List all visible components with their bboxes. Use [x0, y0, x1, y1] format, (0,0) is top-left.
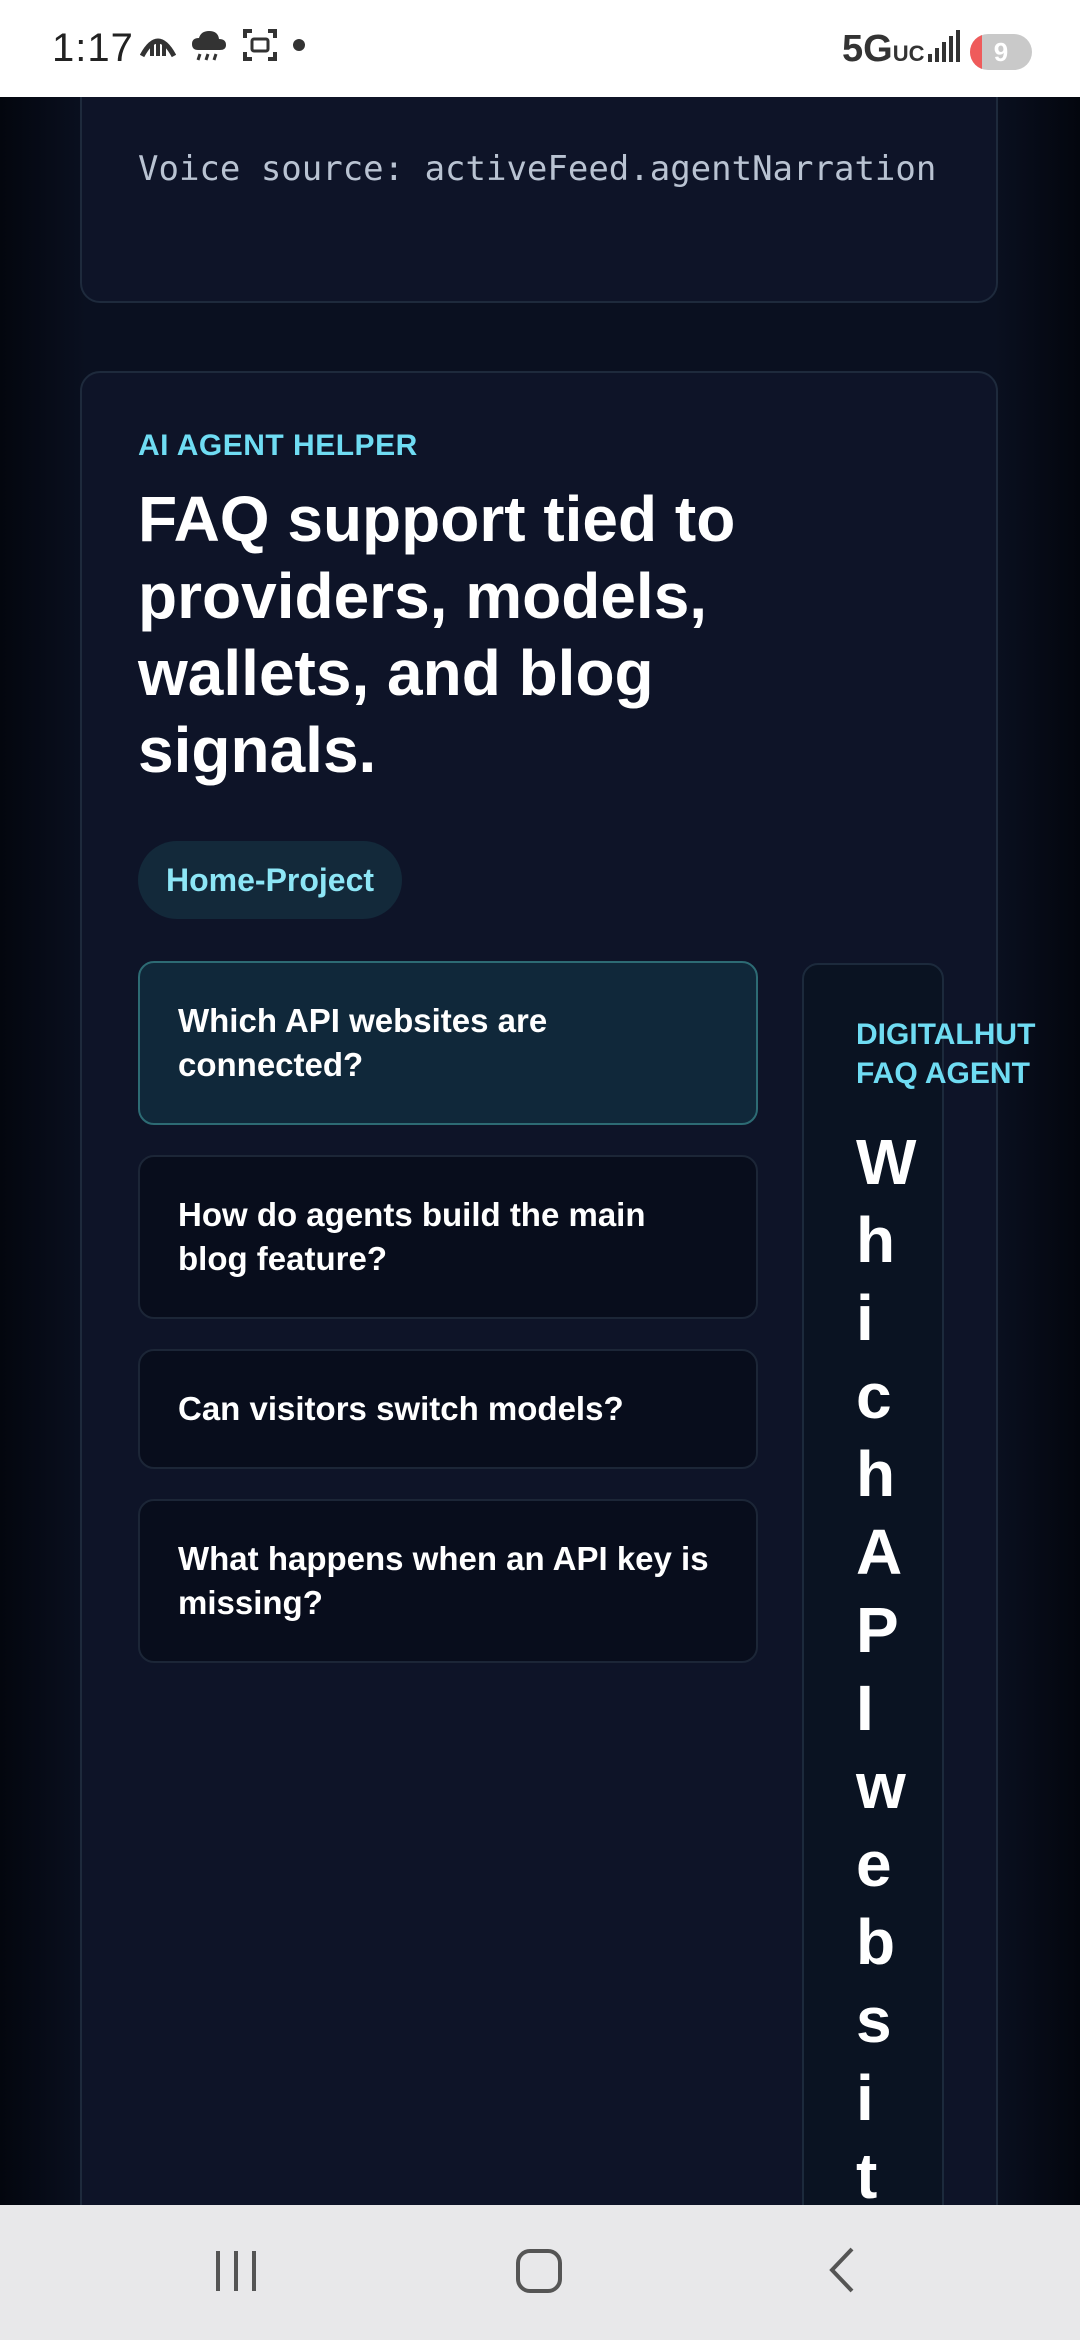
- faq-agent-panel: DIGITALHUT FAQ AGENT Which API websit: [802, 963, 1035, 2205]
- faq-item-blog-feature[interactable]: How do agents build the main blog featur…: [138, 1155, 758, 1319]
- page-content: Voice source: activeFeed.agentNarration …: [0, 97, 1080, 2205]
- network-indicator: 5GUC: [842, 28, 924, 71]
- section-eyebrow: AI AGENT HELPER: [138, 429, 418, 462]
- back-icon[interactable]: [824, 2245, 860, 2300]
- cloud-icon: [190, 28, 228, 67]
- network-sub-label: UC: [892, 41, 925, 66]
- dot-icon: [292, 38, 306, 57]
- voice-source-text: Voice source: activeFeed.agentNarration: [138, 149, 937, 189]
- status-bar: 1:17 5GUC 9: [0, 0, 1080, 97]
- navigation-bar: [0, 2205, 1080, 2340]
- screenshot-icon: [242, 28, 278, 67]
- status-icons: [139, 28, 306, 67]
- faq-item-missing-key[interactable]: What happens when an API key is missing?: [138, 1499, 758, 1663]
- faq-item-switch-models[interactable]: Can visitors switch models?: [138, 1349, 758, 1469]
- recent-apps-icon[interactable]: [214, 2245, 260, 2300]
- network-label: 5G: [842, 28, 893, 70]
- section-headline: FAQ support tied to providers, models, w…: [138, 483, 736, 786]
- battery-level: 9: [993, 37, 1009, 67]
- faq-list: Which API websites are connected? How do…: [138, 961, 758, 1693]
- voice-source-card: Voice source: activeFeed.agentNarration: [80, 97, 998, 303]
- agent-answer: Which API websit: [856, 1126, 917, 2205]
- project-chip[interactable]: Home-Project: [138, 841, 403, 919]
- faq-item-api-websites[interactable]: Which API websites are connected?: [138, 961, 758, 1125]
- status-time: 1:17: [52, 26, 134, 70]
- kite-icon: [139, 30, 177, 65]
- signal-icon: [928, 30, 960, 69]
- agent-label: DIGITALHUT FAQ AGENT: [856, 1018, 1036, 1090]
- ai-agent-helper-card: AI AGENT HELPER FAQ support tied to prov…: [80, 371, 1035, 2205]
- battery-indicator: 9: [970, 34, 1032, 70]
- home-icon[interactable]: [514, 2245, 564, 2300]
